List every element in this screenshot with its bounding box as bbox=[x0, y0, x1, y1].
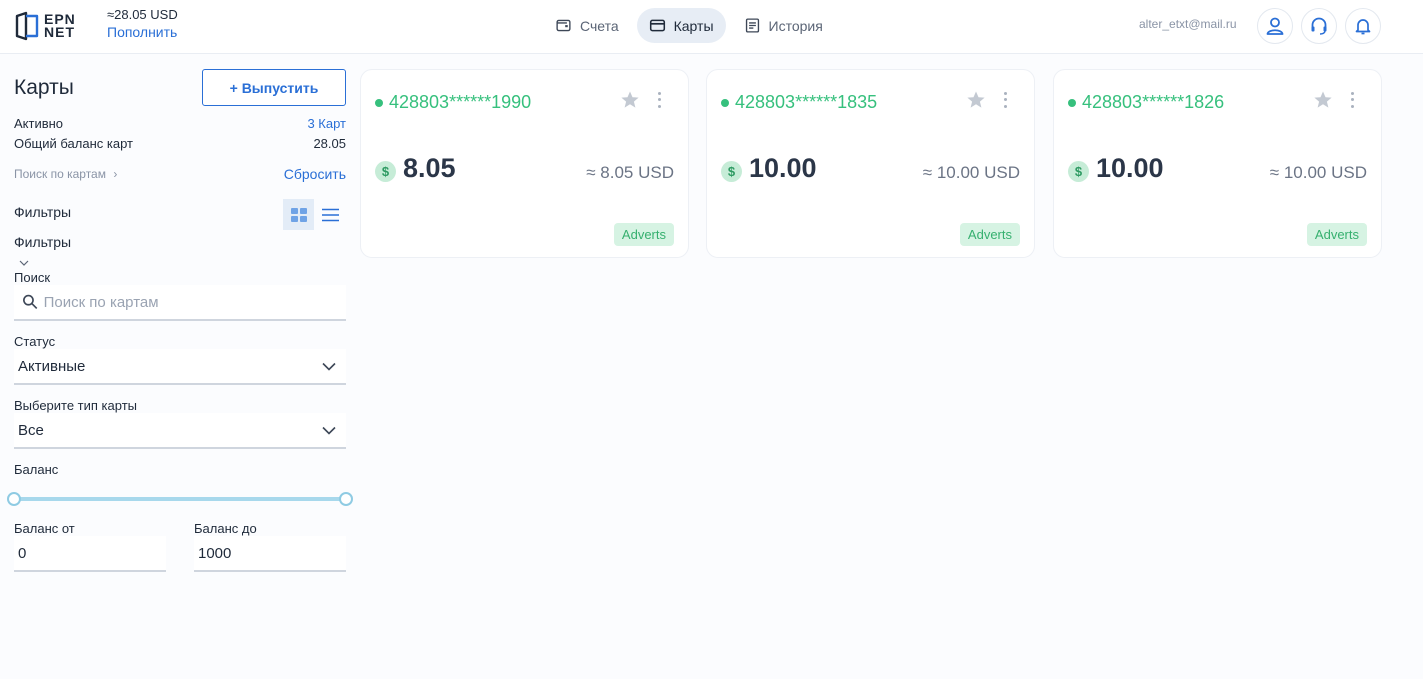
balance-slider-min-handle[interactable] bbox=[7, 492, 21, 506]
headset-icon bbox=[1311, 17, 1327, 35]
topup-link[interactable]: Пополнить bbox=[107, 24, 177, 40]
bell-icon bbox=[1355, 19, 1371, 35]
page-title: Карты bbox=[14, 76, 74, 99]
history-icon bbox=[745, 18, 759, 33]
virtual-card[interactable]: 428803******1990 $ 8.05 ≈ 8.05 USD Adver… bbox=[360, 69, 689, 258]
card-type-select[interactable]: Все bbox=[14, 413, 346, 449]
issue-card-button[interactable]: + Выпустить bbox=[202, 69, 346, 106]
chevron-down-icon bbox=[322, 362, 336, 371]
star-icon[interactable] bbox=[966, 90, 986, 110]
search-input[interactable] bbox=[43, 293, 342, 311]
virtual-card[interactable]: 428803******1835 $ 10.00 ≈ 10.00 USD Adv… bbox=[706, 69, 1035, 258]
status-dot bbox=[1068, 98, 1076, 107]
chevron-right-icon: › bbox=[113, 167, 118, 181]
star-icon[interactable] bbox=[620, 90, 640, 110]
dollar-icon: $ bbox=[375, 161, 396, 182]
logo-text-line2: NET bbox=[44, 24, 75, 40]
nav-tab-history[interactable]: История bbox=[732, 8, 835, 43]
total-balance-label: Общий баланс карт bbox=[14, 136, 133, 151]
filters-title: Фильтры bbox=[14, 204, 72, 220]
balance-label: Баланс bbox=[14, 462, 59, 477]
notifications-button[interactable] bbox=[1345, 8, 1381, 44]
more-menu-icon[interactable] bbox=[1347, 90, 1357, 110]
total-balance-value: 28.05 bbox=[313, 136, 346, 151]
status-dot bbox=[721, 98, 729, 107]
support-button[interactable] bbox=[1301, 8, 1337, 44]
profile-button[interactable] bbox=[1257, 8, 1293, 44]
search-field bbox=[14, 285, 346, 321]
nav-tab-history-label: История bbox=[768, 17, 823, 34]
dollar-icon: $ bbox=[1068, 161, 1089, 182]
status-select[interactable]: Активные bbox=[14, 349, 346, 385]
dollar-icon: $ bbox=[721, 161, 742, 182]
wallet-icon bbox=[556, 19, 571, 32]
balance-from-input[interactable] bbox=[18, 544, 162, 562]
active-cards-label: Активно bbox=[14, 116, 64, 131]
status-dot bbox=[375, 98, 383, 107]
card-number[interactable]: 428803******1990 bbox=[375, 92, 531, 113]
balance-to-label: Баланс до bbox=[194, 521, 257, 536]
nav-tab-accounts-label: Счета bbox=[580, 17, 619, 34]
reset-filters-link[interactable]: Сбросить bbox=[284, 166, 346, 182]
card-balance-usd: ≈ 10.00 USD bbox=[1269, 163, 1367, 182]
logo-text: EPN NET bbox=[44, 12, 76, 40]
balance-slider-max-handle[interactable] bbox=[339, 492, 353, 506]
card-number-text: 428803******1826 bbox=[1082, 92, 1225, 112]
total-balance: ≈28.05 USD bbox=[107, 7, 178, 22]
balance-from-field bbox=[14, 536, 166, 572]
balance-from-label: Баланс от bbox=[14, 521, 75, 536]
main-nav: Счета Карты История bbox=[543, 8, 835, 43]
star-icon[interactable] bbox=[1313, 90, 1333, 110]
nav-tab-accounts[interactable]: Счета bbox=[543, 8, 631, 43]
filters-collapse-toggle[interactable]: Фильтры bbox=[14, 234, 71, 250]
card-tag: Adverts bbox=[959, 223, 1020, 246]
balance-to-field bbox=[194, 536, 346, 572]
card-number-text: 428803******1835 bbox=[735, 92, 878, 112]
user-email[interactable]: alter_etxt@mail.ru bbox=[1139, 17, 1237, 31]
grid-icon bbox=[290, 207, 307, 222]
epn-logo[interactable]: EPN NET bbox=[14, 10, 90, 42]
card-balance: 8.05 bbox=[403, 153, 456, 183]
card-number[interactable]: 428803******1826 bbox=[1068, 92, 1224, 113]
search-cards-link[interactable]: Поиск по картам › bbox=[14, 167, 117, 181]
card-number-text: 428803******1990 bbox=[389, 92, 532, 112]
status-select-value: Активные bbox=[18, 357, 86, 375]
more-menu-icon[interactable] bbox=[654, 90, 664, 110]
user-icon bbox=[1266, 17, 1284, 35]
card-balance-usd: ≈ 8.05 USD bbox=[586, 163, 674, 182]
card-balance: 10.00 bbox=[749, 153, 817, 183]
search-cards-link-label: Поиск по картам bbox=[14, 167, 106, 181]
card-balance-usd: ≈ 10.00 USD bbox=[922, 163, 1020, 182]
card-number[interactable]: 428803******1835 bbox=[721, 92, 877, 113]
card-balance: 10.00 bbox=[1096, 153, 1164, 183]
card-icon bbox=[649, 19, 665, 32]
nav-tab-cards[interactable]: Карты bbox=[636, 8, 726, 43]
list-icon bbox=[322, 208, 339, 221]
nav-tab-cards-label: Карты bbox=[673, 17, 714, 34]
more-menu-icon[interactable] bbox=[1000, 90, 1010, 110]
balance-to-input[interactable] bbox=[198, 544, 342, 562]
logo-icon bbox=[14, 11, 40, 41]
active-cards-count[interactable]: 3 Карт bbox=[307, 116, 346, 131]
list-view-toggle[interactable] bbox=[315, 199, 346, 230]
card-type-select-value: Все bbox=[18, 421, 44, 439]
virtual-card[interactable]: 428803******1826 $ 10.00 ≈ 10.00 USD Adv… bbox=[1053, 69, 1382, 258]
search-icon bbox=[23, 294, 38, 310]
balance-range-slider[interactable] bbox=[14, 497, 346, 501]
card-tag: Adverts bbox=[613, 223, 674, 246]
grid-view-toggle[interactable] bbox=[283, 199, 314, 230]
card-tag: Adverts bbox=[1306, 223, 1367, 246]
search-label: Поиск bbox=[14, 270, 51, 285]
status-label: Статус bbox=[14, 334, 56, 349]
card-type-label: Выберите тип карты bbox=[14, 398, 137, 413]
top-header: EPN NET ≈28.05 USD Пополнить Счета Карты… bbox=[0, 0, 1423, 54]
chevron-down-icon bbox=[322, 426, 336, 435]
